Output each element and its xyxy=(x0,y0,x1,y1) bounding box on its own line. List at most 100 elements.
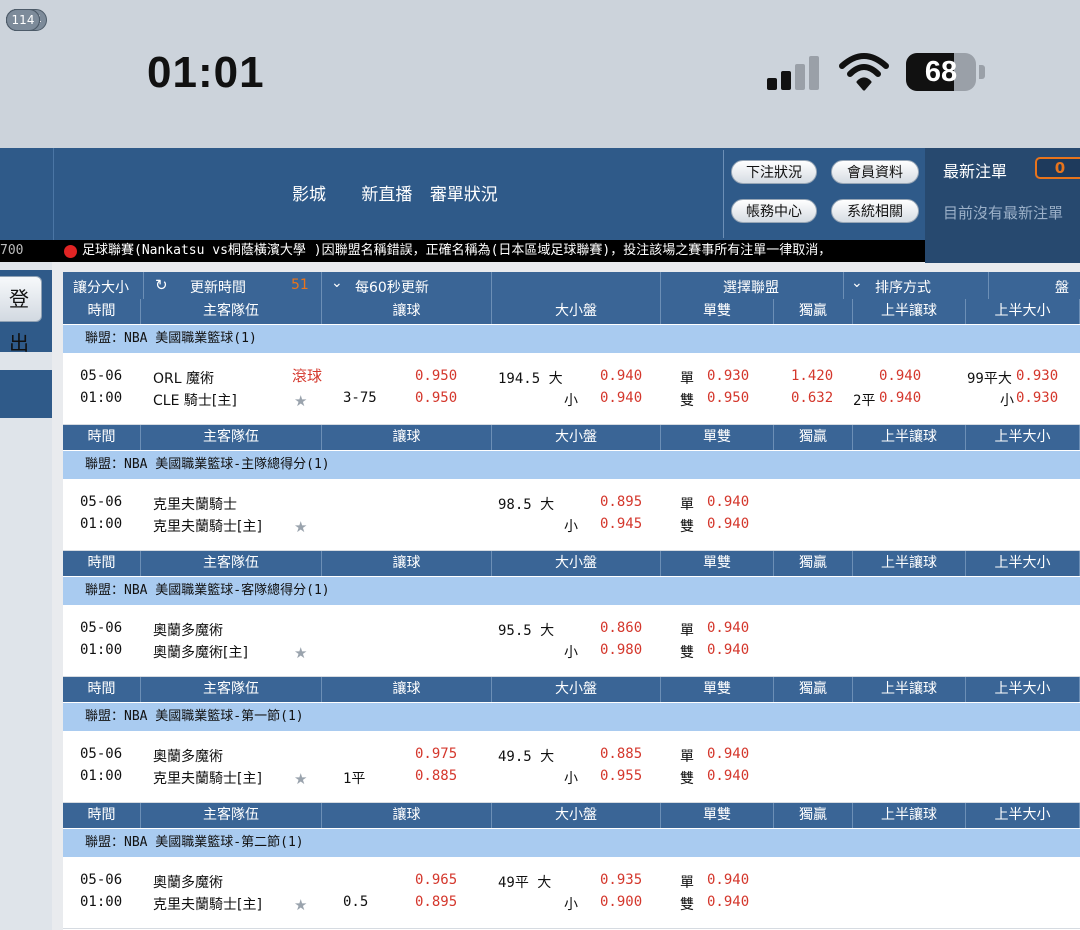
ticker-number: 700 xyxy=(0,243,24,258)
league-row[interactable]: 聯盟：NBA 美國職業籃球-主隊總得分(1) xyxy=(63,451,1080,479)
battery-icon: 68 xyxy=(906,53,976,91)
team-away: ORL 魔術 xyxy=(153,371,214,387)
over-odds[interactable]: 0.885 xyxy=(600,746,642,762)
handicap-odds-1[interactable]: 0.950 xyxy=(415,368,457,384)
first-half-handicap-odds-1[interactable]: 0.940 xyxy=(879,368,921,384)
logout-button[interactable]: 登出 xyxy=(0,276,42,355)
nav-item-review[interactable]: 審單狀況 xyxy=(430,185,498,205)
column-header: 讓球 xyxy=(322,551,492,576)
odd-odds[interactable]: 0.940 xyxy=(707,494,749,510)
over-under-line: 49平 大 xyxy=(498,875,552,891)
game-row: 05-06 01:00 奧蘭多魔術 克里夫蘭騎士[主] 0.5 0.965 0.895 49平… xyxy=(63,858,1080,928)
under-odds[interactable]: 0.980 xyxy=(600,642,642,658)
moneyline-2[interactable]: 0.632 xyxy=(791,390,833,406)
column-header: 上半讓球 xyxy=(853,425,966,450)
handicap-odds-1[interactable]: 0.965 xyxy=(415,872,457,888)
column-header-row: 時間 主客隊伍 讓球 大小盤 單雙 獨贏 上半讓球 上半大小 xyxy=(63,425,1080,450)
cellular-signal-icon xyxy=(767,56,823,90)
odd-odds[interactable]: 0.930 xyxy=(707,368,749,384)
over-odds[interactable]: 0.935 xyxy=(600,872,642,888)
handicap-odds-2[interactable]: 0.885 xyxy=(415,768,457,784)
moneyline-1[interactable]: 1.420 xyxy=(791,368,833,384)
column-header: 時間 xyxy=(63,551,141,576)
first-half-over-odds[interactable]: 0.930 xyxy=(1016,368,1058,384)
odd-odds[interactable]: 0.940 xyxy=(707,872,749,888)
even-odds[interactable]: 0.940 xyxy=(707,768,749,784)
account-center-button[interactable]: 帳務中心 xyxy=(731,199,817,223)
sidebar-band-2 xyxy=(0,370,52,418)
column-header: 上半讓球 xyxy=(853,677,966,702)
odd-odds[interactable]: 0.940 xyxy=(707,620,749,636)
over-odds[interactable]: 0.860 xyxy=(600,620,642,636)
even-label: 雙 xyxy=(680,897,694,913)
league-row[interactable]: 聯盟：NBA 美國職業籃球(1) xyxy=(63,325,1080,353)
even-odds[interactable]: 0.940 xyxy=(707,894,749,910)
under-label: 小 xyxy=(564,771,578,787)
sort-chevron-icon[interactable]: ⌄ xyxy=(851,275,863,291)
column-header: 上半讓球 xyxy=(853,299,966,324)
column-header: 讓球 xyxy=(322,299,492,324)
wifi-icon xyxy=(839,53,889,91)
row-divider xyxy=(63,928,1080,929)
refresh-icon[interactable]: ↻ xyxy=(155,276,168,294)
league-row[interactable]: 聯盟：NBA 美國職業籃球-第一節(1) xyxy=(63,703,1080,731)
chevron-down-icon[interactable]: ⌄ xyxy=(331,275,343,291)
column-header: 上半大小 xyxy=(966,425,1080,450)
select-league-button[interactable]: 選擇聯盟 xyxy=(723,277,779,297)
game-row: 05-06 01:00 ORL 魔術 CLE 騎士[主] 滾球 3-75 0.950 0.95… xyxy=(63,354,1080,424)
odd-odds[interactable]: 0.940 xyxy=(707,746,749,762)
size-toggle[interactable]: 讓分大小 xyxy=(73,277,129,297)
under-odds[interactable]: 0.900 xyxy=(600,894,642,910)
team-home: 克里夫蘭騎士[主] xyxy=(153,519,262,535)
system-settings-button[interactable]: 系統相關 xyxy=(831,199,919,223)
column-header: 時間 xyxy=(63,425,141,450)
favorite-star-icon[interactable]: ★ xyxy=(294,770,307,788)
under-label: 小 xyxy=(564,519,578,535)
first-half-under-label: 小 xyxy=(1000,393,1014,409)
first-half-handicap-odds-2[interactable]: 0.940 xyxy=(879,390,921,406)
news-ticker: 700 足球聯賽(Nankatsu vs桐蔭橫濱大學 )因聯盟名稱錯誤，正確名稱… xyxy=(0,240,925,262)
first-half-under-odds[interactable]: 0.930 xyxy=(1016,390,1058,406)
handicap-line: 3-75 xyxy=(343,390,377,406)
over-odds[interactable]: 0.895 xyxy=(600,494,642,510)
column-header: 獨贏 xyxy=(774,803,853,828)
under-odds[interactable]: 0.940 xyxy=(600,390,642,406)
favorite-star-icon[interactable]: ★ xyxy=(294,392,307,410)
under-odds[interactable]: 0.945 xyxy=(600,516,642,532)
nav-item-live[interactable]: 新直播 xyxy=(361,185,412,205)
battery-tip xyxy=(979,65,985,79)
column-header-row: 時間 主客隊伍 讓球 大小盤 單雙 獨贏 上半讓球 上半大小 xyxy=(63,803,1080,828)
even-odds[interactable]: 0.940 xyxy=(707,516,749,532)
count-badge: 114 xyxy=(6,9,40,31)
even-odds[interactable]: 0.940 xyxy=(707,642,749,658)
column-header: 單雙 xyxy=(661,551,774,576)
handicap-odds-1[interactable]: 0.975 xyxy=(415,746,457,762)
member-info-button[interactable]: 會員資料 xyxy=(831,160,919,184)
under-odds[interactable]: 0.955 xyxy=(600,768,642,784)
handicap-odds-2[interactable]: 0.895 xyxy=(415,894,457,910)
first-half-ou-line: 99平大 xyxy=(967,371,1012,387)
bet-status-button[interactable]: 下注狀況 xyxy=(731,160,817,184)
even-odds[interactable]: 0.950 xyxy=(707,390,749,406)
over-odds[interactable]: 0.940 xyxy=(600,368,642,384)
nav-item-cinema[interactable]: 影城 xyxy=(292,185,326,205)
column-header: 上半大小 xyxy=(966,803,1080,828)
odds-table: 讓分大小 ↻ 更新時間 51 ⌄ 每60秒更新 選擇聯盟 ⌄ 排序方式 盤口 時… xyxy=(63,272,1080,930)
sort-select[interactable]: 排序方式 xyxy=(875,277,931,297)
odd-label: 單 xyxy=(680,623,694,639)
favorite-star-icon[interactable]: ★ xyxy=(294,896,307,914)
handicap-odds-2[interactable]: 0.950 xyxy=(415,390,457,406)
column-header: 大小盤 xyxy=(492,803,661,828)
league-row[interactable]: 聯盟：NBA 美國職業籃球-第二節(1) xyxy=(63,829,1080,857)
column-header: 讓球 xyxy=(322,425,492,450)
column-header: 主客隊伍 xyxy=(141,677,322,702)
column-header: 上半大小 xyxy=(966,677,1080,702)
league-row[interactable]: 聯盟：NBA 美國職業籃球-客隊總得分(1) xyxy=(63,577,1080,605)
team-away: 奧蘭多魔術 xyxy=(153,623,223,639)
favorite-star-icon[interactable]: ★ xyxy=(294,644,307,662)
column-header: 時間 xyxy=(63,677,141,702)
favorite-star-icon[interactable]: ★ xyxy=(294,518,307,536)
column-header-row: 時間 主客隊伍 讓球 大小盤 單雙 獨贏 上半讓球 上半大小 xyxy=(63,299,1080,324)
refresh-interval-select[interactable]: 每60秒更新 xyxy=(355,277,429,297)
even-label: 雙 xyxy=(680,645,694,661)
